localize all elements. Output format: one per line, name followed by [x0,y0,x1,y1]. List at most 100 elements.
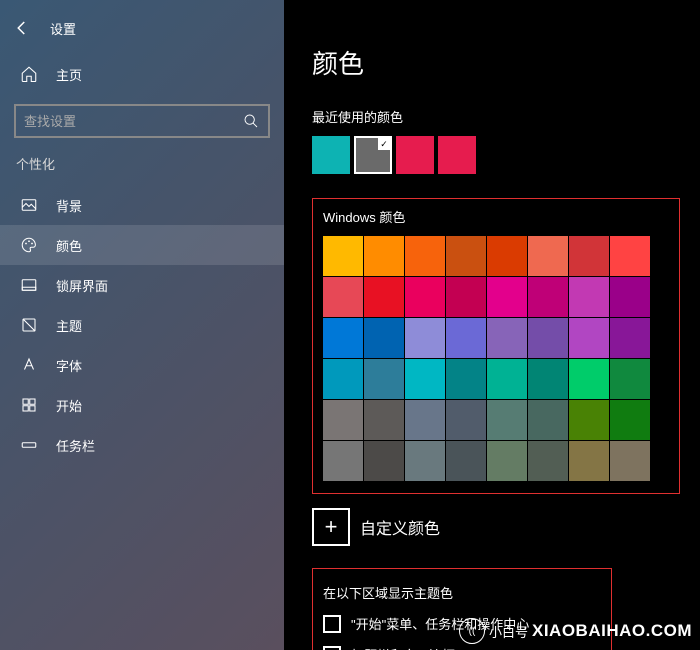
color-swatch[interactable] [446,400,486,440]
checkbox-start-taskbar[interactable] [323,615,341,633]
color-swatch[interactable] [364,277,404,317]
color-swatch[interactable] [405,400,445,440]
watermark-url: XIAOBAIHAO.COM [532,621,692,641]
home-link[interactable]: 主页 [0,54,284,94]
color-swatch[interactable] [569,318,609,358]
color-swatch[interactable] [528,277,568,317]
color-swatch[interactable] [487,359,527,399]
color-swatch[interactable] [528,236,568,276]
checkbox-label: 标题栏和窗口边框 [351,645,455,650]
color-swatch[interactable] [569,400,609,440]
sidebar: 设置 主页 个性化 背景 颜色 锁屏界面 主题 字体 开始 任务栏 [0,0,284,650]
color-swatch[interactable] [446,441,486,481]
color-swatch[interactable] [610,441,650,481]
color-swatch[interactable] [487,441,527,481]
start-icon [20,396,38,414]
color-swatch[interactable] [528,359,568,399]
sidebar-item-label: 颜色 [56,236,82,255]
category-label: 个性化 [0,154,284,185]
sidebar-item-fonts[interactable]: 字体 [0,345,284,385]
sidebar-item-taskbar[interactable]: 任务栏 [0,425,284,465]
recent-color-swatch[interactable]: ✓ [354,136,392,174]
watermark-icon: (( [459,618,485,644]
color-swatch[interactable] [323,236,363,276]
color-swatch[interactable] [569,441,609,481]
color-swatch[interactable] [405,359,445,399]
color-swatch[interactable] [323,359,363,399]
taskbar-icon [20,436,38,454]
sidebar-item-label: 主题 [56,316,82,335]
lock-icon [20,276,38,294]
settings-label: 设置 [50,19,76,38]
color-swatch[interactable] [405,277,445,317]
color-grid [323,236,669,481]
color-swatch[interactable] [323,400,363,440]
color-swatch[interactable] [487,400,527,440]
color-swatch[interactable] [487,318,527,358]
recent-color-swatch[interactable] [438,136,476,174]
color-swatch[interactable] [610,400,650,440]
font-icon [20,356,38,374]
sidebar-item-lockscreen[interactable]: 锁屏界面 [0,265,284,305]
color-swatch[interactable] [528,441,568,481]
theme-icon [20,316,38,334]
color-swatch[interactable] [487,236,527,276]
color-swatch[interactable] [364,400,404,440]
sidebar-item-label: 开始 [56,396,82,415]
search-icon [242,112,260,130]
color-swatch[interactable] [364,236,404,276]
sidebar-item-label: 任务栏 [56,436,95,455]
picture-icon [20,196,38,214]
color-swatch[interactable] [446,277,486,317]
recent-color-swatch[interactable] [396,136,434,174]
color-swatch[interactable] [446,236,486,276]
custom-color-label: 自定义颜色 [360,515,440,539]
watermark-text: 小白号 [489,622,528,641]
color-swatch[interactable] [610,277,650,317]
home-label: 主页 [56,65,82,84]
color-swatch[interactable] [569,277,609,317]
palette-icon [20,236,38,254]
color-swatch[interactable] [569,236,609,276]
main-content: 颜色 最近使用的颜色 ✓ Windows 颜色 + 自定义颜色 在以下区域显示主… [284,0,700,650]
page-title: 颜色 [312,44,680,81]
watermark: (( 小白号 XIAOBAIHAO.COM [459,618,692,644]
sidebar-item-label: 字体 [56,356,82,375]
sidebar-item-label: 背景 [56,196,82,215]
sidebar-item-colors[interactable]: 颜色 [0,225,284,265]
back-button[interactable] [10,16,34,40]
recent-colors-label: 最近使用的颜色 [312,107,680,126]
color-swatch[interactable] [405,441,445,481]
theme-area-label: 在以下区域显示主题色 [323,583,601,602]
color-swatch[interactable] [487,277,527,317]
recent-color-swatch[interactable] [312,136,350,174]
color-swatch[interactable] [569,359,609,399]
home-icon [20,65,38,83]
checkbox-titlebar[interactable] [323,646,341,650]
color-swatch[interactable] [323,441,363,481]
windows-colors-label: Windows 颜色 [323,207,669,226]
color-swatch[interactable] [528,400,568,440]
color-swatch[interactable] [405,236,445,276]
color-swatch[interactable] [528,318,568,358]
search-box[interactable] [14,104,270,138]
color-swatch[interactable] [610,359,650,399]
search-input[interactable] [24,114,242,129]
color-swatch[interactable] [323,318,363,358]
color-swatch[interactable] [364,318,404,358]
color-swatch[interactable] [323,277,363,317]
color-swatch[interactable] [446,359,486,399]
sidebar-item-background[interactable]: 背景 [0,185,284,225]
sidebar-item-label: 锁屏界面 [56,276,108,295]
windows-colors-section: Windows 颜色 [312,198,680,494]
sidebar-item-start[interactable]: 开始 [0,385,284,425]
color-swatch[interactable] [405,318,445,358]
color-swatch[interactable] [364,441,404,481]
color-swatch[interactable] [610,236,650,276]
recent-colors-row: ✓ [312,136,680,174]
custom-color-button[interactable]: + [312,508,350,546]
sidebar-item-themes[interactable]: 主题 [0,305,284,345]
color-swatch[interactable] [446,318,486,358]
color-swatch[interactable] [610,318,650,358]
color-swatch[interactable] [364,359,404,399]
